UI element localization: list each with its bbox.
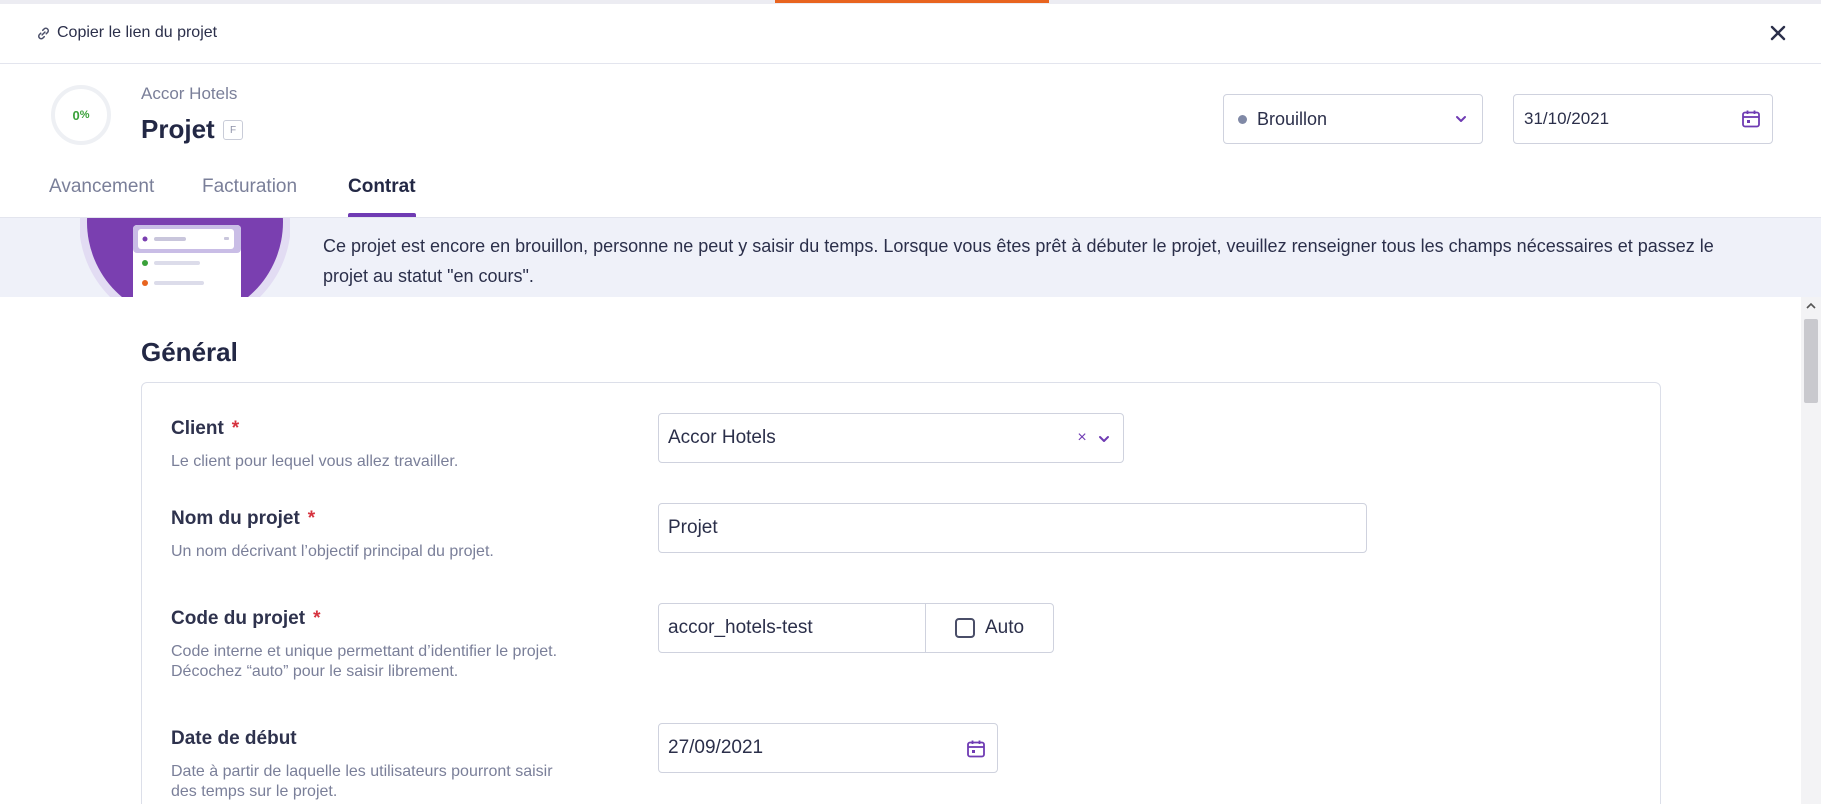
project-name-label: Nom du projet *: [171, 508, 315, 530]
project-title: Projet: [141, 114, 215, 144]
link-icon: [38, 27, 49, 39]
progress-unit: %: [79, 109, 90, 121]
draft-info-banner: Ce projet est encore en brouillon, perso…: [0, 217, 1821, 297]
top-accent-bar: [775, 0, 1049, 3]
close-button[interactable]: [1765, 20, 1791, 46]
start-date-value: 27/09/2021: [668, 737, 764, 758]
calendar-icon[interactable]: [965, 738, 987, 760]
project-name-help: Un nom décrivant l’objectif principal du…: [171, 543, 494, 560]
auto-checkbox-label: Auto: [985, 617, 1025, 638]
section-title-general: Général: [141, 337, 238, 367]
chevron-down-icon: [1456, 116, 1466, 122]
copy-project-link-label: Copier le lien du projet: [57, 24, 218, 41]
copy-project-link-button[interactable]: Copier le lien du projet: [36, 24, 217, 42]
status-select[interactable]: Brouillon: [1223, 94, 1483, 144]
start-date-field[interactable]: 27/09/2021: [658, 723, 998, 773]
tab-contrat[interactable]: Contrat: [348, 176, 416, 217]
start-date-label: Date de début: [171, 728, 297, 749]
draft-info-text: Ce projet est encore en brouillon, perso…: [323, 236, 1714, 286]
project-end-date-field[interactable]: 31/10/2021: [1513, 94, 1773, 144]
start-date-help: Date à partir de laquelle les utilisateu…: [171, 762, 611, 802]
project-tabs: Avancement Facturation Contrat: [0, 170, 1821, 217]
scrollbar-thumb[interactable]: [1804, 319, 1818, 403]
vertical-scrollbar[interactable]: [1801, 297, 1821, 804]
status-dot: [1238, 114, 1247, 124]
draft-illustration: [80, 218, 290, 297]
progress-value: 0: [72, 107, 80, 123]
project-code-input[interactable]: [658, 603, 926, 653]
project-code-label: Code du projet *: [171, 608, 320, 630]
project-code-help-line1: Code interne et unique permettant d’iden…: [171, 643, 558, 660]
client-select-value: Accor Hotels: [668, 427, 776, 448]
client-label: Client *: [171, 418, 239, 440]
project-name-label-text: Nom du projet: [171, 508, 300, 529]
required-marker: *: [313, 608, 321, 629]
project-name-input[interactable]: [658, 503, 1367, 553]
auto-checkbox[interactable]: [955, 618, 975, 638]
progress-indicator: 0%: [51, 85, 111, 145]
project-badge: F: [223, 120, 243, 140]
auto-code-toggle[interactable]: Auto: [925, 603, 1054, 653]
close-icon: [1770, 25, 1786, 41]
modal-top-bar: Copier le lien du projet: [0, 4, 1821, 64]
project-code-help: Code interne et unique permettant d’iden…: [171, 642, 611, 682]
client-label-text: Client: [171, 418, 224, 439]
chevron-down-icon[interactable]: [1097, 432, 1111, 446]
clear-icon[interactable]: ×: [1075, 429, 1089, 447]
status-value: Brouillon: [1257, 108, 1328, 129]
start-date-help-line1: Date à partir de laquelle les utilisateu…: [171, 763, 553, 780]
project-client-name: Accor Hotels: [141, 84, 238, 103]
required-marker: *: [307, 508, 316, 529]
project-code-label-text: Code du projet: [171, 608, 306, 629]
required-marker: *: [231, 418, 240, 439]
project-end-date-value: 31/10/2021: [1524, 109, 1610, 128]
tab-facturation[interactable]: Facturation: [202, 176, 297, 217]
project-code-help-line2: Décochez “auto” pour le saisir librement…: [171, 663, 459, 680]
start-date-help-line2: des temps sur le projet.: [171, 783, 338, 800]
scroll-up-icon[interactable]: [1805, 301, 1817, 311]
tab-avancement[interactable]: Avancement: [49, 176, 154, 217]
client-select[interactable]: Accor Hotels ×: [658, 413, 1124, 463]
calendar-icon[interactable]: [1740, 108, 1762, 130]
client-help: Le client pour lequel vous allez travail…: [171, 453, 459, 470]
